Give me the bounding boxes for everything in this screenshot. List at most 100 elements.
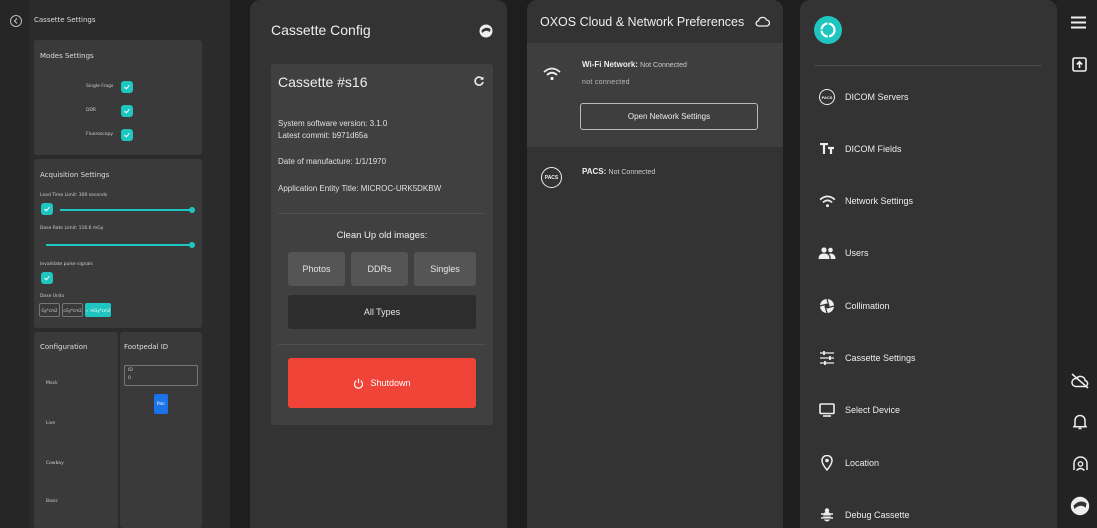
refresh-button[interactable] [473, 75, 485, 87]
cleanup-photos-button[interactable]: Photos [288, 252, 345, 286]
load-time-slider-thumb[interactable] [189, 207, 195, 213]
hamburger-menu-button[interactable] [1071, 16, 1086, 29]
configuration-option-cowboy[interactable]: Cowboy [46, 461, 64, 466]
cleanup-heading: Clean Up old images: [336, 230, 428, 241]
dose-unit-gy-button[interactable]: Gy*cm2 [39, 303, 60, 317]
configuration-card: Configuration Mock Live Cowboy Basic [34, 332, 118, 528]
pacs-line: PACS: Not Connected [582, 167, 655, 176]
cassette-info-card: Cassette #s16 System software version: 3… [271, 64, 493, 425]
pacs-label: PACS: [582, 167, 607, 176]
chevron-left-icon [13, 18, 18, 24]
menu-item-dicom-fields[interactable]: DICOM Fields [818, 139, 902, 159]
aperture-icon [818, 297, 836, 315]
menu-item-label: Cassette Settings [845, 353, 916, 363]
divider [814, 65, 1042, 66]
app-logo-icon [1070, 496, 1090, 516]
shutdown-label: Shutdown [370, 378, 411, 388]
check-icon [44, 275, 50, 281]
menu-item-dicom-servers[interactable]: PACS DICOM Servers [818, 87, 909, 107]
open-network-settings-button[interactable]: Open Network Settings [580, 103, 758, 130]
headset-person-icon [1073, 456, 1088, 471]
notifications-button[interactable] [1073, 413, 1087, 430]
upload-button[interactable] [1072, 57, 1087, 72]
bug-icon [818, 506, 836, 524]
dose-rate-slider-thumb[interactable] [189, 242, 195, 248]
cloud-off-icon [1071, 373, 1089, 389]
configuration-heading: Configuration [40, 343, 88, 351]
cloud-network-title: OXOS Cloud & Network Preferences [540, 15, 745, 29]
mode-checkbox-single[interactable] [121, 81, 133, 93]
menu-item-label: Users [845, 248, 869, 258]
mode-label-single: Single Frags [86, 84, 114, 89]
cleanup-ddrs-button[interactable]: DDRs [351, 252, 408, 286]
wifi-icon [818, 192, 836, 210]
menu-item-cassette-settings[interactable]: Cassette Settings [818, 348, 916, 368]
cassette-config-title: Cassette Config [271, 22, 371, 38]
location-pin-icon [818, 454, 836, 472]
pair-button[interactable]: Pair [154, 394, 168, 414]
menu-item-network-settings[interactable]: Network Settings [818, 191, 913, 211]
wifi-section: Wi-Fi Network: Not Connected not connect… [527, 43, 783, 147]
mode-checkbox-ddr[interactable] [121, 105, 133, 117]
footpedal-id-field[interactable]: ID 0 [124, 365, 198, 386]
manufacture-date: Date of manufacture: 1/1/1970 [278, 157, 387, 166]
divider [278, 344, 486, 345]
load-time-checkbox[interactable] [41, 203, 53, 215]
wifi-icon [543, 67, 561, 81]
menu-item-debug-cassette[interactable]: Debug Cassette [818, 505, 910, 525]
pacs-icon-text: PACS [819, 89, 835, 105]
cleanup-singles-button[interactable]: Singles [414, 252, 476, 286]
configuration-option-mock[interactable]: Mock [46, 381, 58, 386]
pacs-status: Not Connected [608, 169, 656, 176]
check-icon [124, 132, 130, 138]
menu-item-users[interactable]: Users [818, 243, 869, 263]
load-time-slider[interactable] [60, 209, 192, 211]
dose-unit-mgy-button[interactable]: ✓ mGy*cm2 [85, 303, 111, 317]
menu-item-select-device[interactable]: Select Device [818, 400, 900, 420]
software-version: System software version: 3.1.0 [278, 119, 388, 128]
menu-item-label: Select Device [845, 405, 901, 415]
cleanup-all-types-button[interactable]: All Types [288, 295, 476, 329]
menu-item-label: DICOM Servers [845, 92, 909, 102]
dose-unit-cgy-button[interactable]: cGy*cm2 [62, 303, 83, 317]
wifi-line: Wi-Fi Network: Not Connected [582, 60, 687, 69]
menu-item-label: Network Settings [845, 196, 914, 206]
menu-item-collimation[interactable]: Collimation [818, 296, 890, 316]
pacs-icon: PACS [818, 88, 836, 106]
invalidate-pulse-label: Invalidate pulse signals [40, 262, 93, 267]
app-logo-button[interactable] [1070, 496, 1090, 516]
back-button[interactable] [10, 15, 22, 27]
check-icon [124, 108, 130, 114]
dose-rate-slider[interactable] [46, 244, 192, 246]
configuration-option-live[interactable]: Live [46, 421, 55, 426]
configuration-option-basic[interactable]: Basic [46, 499, 58, 504]
load-time-label: Load Time Limit: 300 seconds [40, 193, 108, 198]
mode-checkbox-fluoroscopy[interactable] [121, 129, 133, 141]
check-icon [44, 206, 50, 212]
bell-icon [1073, 414, 1087, 430]
menu-item-location[interactable]: Location [818, 453, 879, 473]
divider [278, 213, 486, 214]
wifi-status: Not Connected [640, 62, 687, 69]
dose-unit-mgy-label: mGy*cm2 [90, 307, 111, 313]
cassette-settings-rail [0, 0, 30, 528]
support-button[interactable] [1072, 455, 1089, 472]
text-fields-icon [818, 140, 836, 158]
menu-item-label: Location [845, 458, 880, 468]
shutdown-button[interactable]: Shutdown [288, 358, 476, 408]
invalidate-pulse-checkbox[interactable] [41, 272, 53, 284]
acquisition-settings-heading: Acquisition Settings [40, 171, 110, 179]
footpedal-heading: Footpedal ID [124, 343, 169, 351]
cassette-config-panel: Cassette Config Cassette #s16 System sof… [250, 0, 507, 528]
menu-item-label: DICOM Fields [845, 144, 902, 154]
upload-icon [1072, 57, 1087, 72]
mode-label-fluoroscopy: Fluoroscopy [86, 132, 114, 137]
dose-rate-label: Dose Rate Limit: 116.6 mGy [40, 226, 104, 231]
menu-item-label: Debug Cassette [845, 510, 910, 520]
cloud-off-button[interactable] [1071, 373, 1089, 389]
dose-units-label: Dose Units [40, 294, 65, 299]
menu-item-label: Collimation [845, 301, 890, 311]
cassette-settings-panel: Cassette Settings Modes Settings Single … [0, 0, 230, 528]
monitor-icon [818, 401, 836, 419]
power-icon [354, 378, 364, 389]
